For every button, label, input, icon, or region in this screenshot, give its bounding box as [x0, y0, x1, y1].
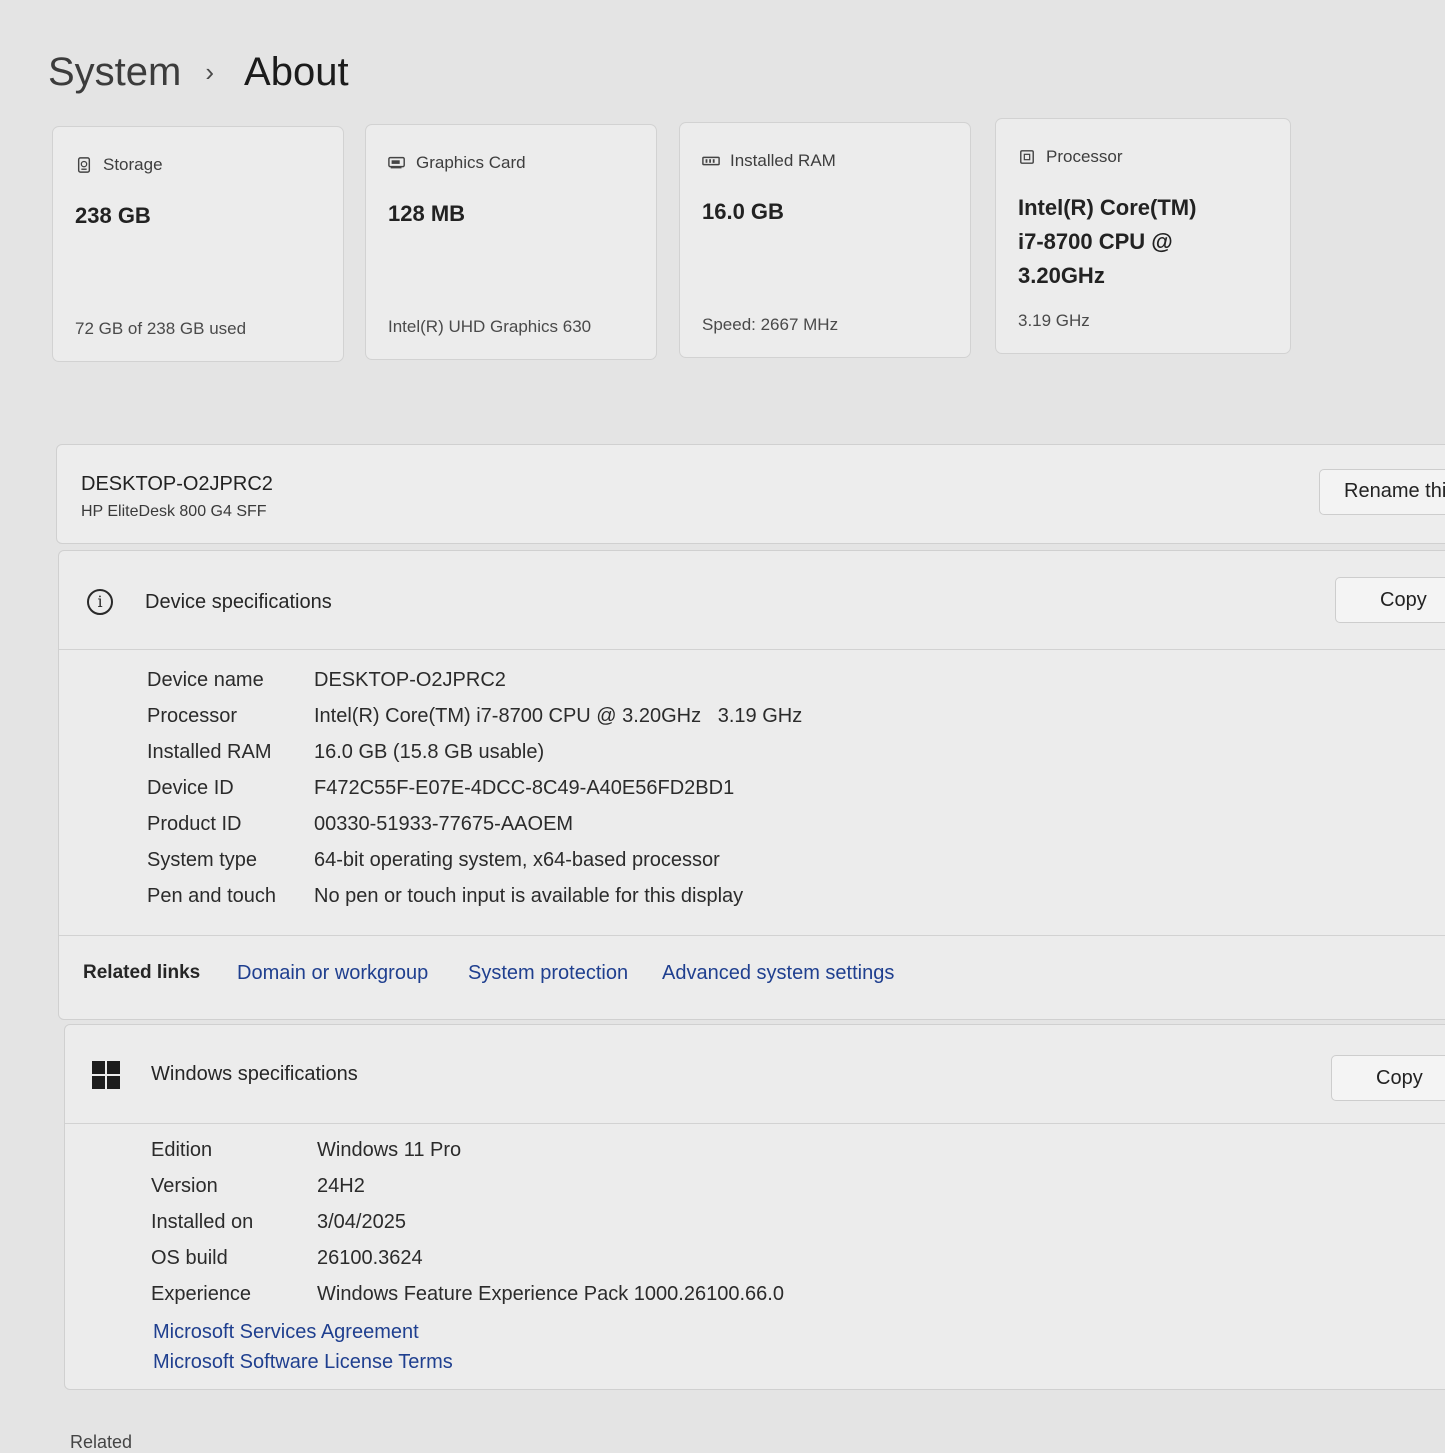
- spec-label: Installed RAM: [147, 741, 272, 763]
- device-specifications-header[interactable]: i Device specifications Copy: [59, 551, 1445, 650]
- breadcrumb-system-link[interactable]: System: [48, 50, 181, 95]
- spec-row: Device name DESKTOP-O2JPRC2: [147, 669, 506, 705]
- card-subtitle: 3.19 GHz: [1018, 311, 1090, 330]
- related-links: Related links Domain or workgroup System…: [59, 935, 1445, 1022]
- spec-value: Intel(R) Core(TM) i7-8700 CPU @ 3.20GHz …: [314, 705, 803, 727]
- microsoft-software-license-terms-link[interactable]: Microsoft Software License Terms: [153, 1351, 453, 1374]
- device-model: HP EliteDesk 800 G4 SFF: [81, 503, 267, 520]
- spec-value: F472C55F-E07E-4DCC-8C49-A40E56FD2BD1: [314, 777, 735, 799]
- spec-row: OS build 26100.3624: [151, 1247, 423, 1283]
- spec-label: Version: [151, 1175, 218, 1197]
- page-title: About: [244, 49, 349, 94]
- spec-row: Product ID 00330-51933-77675-AAOEM: [147, 813, 573, 849]
- storage-card[interactable]: Storage 238 GB 72 GB of 238 GB used: [52, 126, 344, 362]
- spec-value: 26100.3624: [317, 1247, 423, 1269]
- device-specifications-title: Device specifications: [145, 591, 332, 613]
- breadcrumb: System › About: [48, 46, 349, 98]
- spec-row: Installed on 3/04/2025: [151, 1211, 406, 1247]
- spec-row: Installed RAM 16.0 GB (15.8 GB usable): [147, 741, 544, 777]
- storage-icon: [77, 157, 91, 173]
- spec-row: Pen and touch No pen or touch input is a…: [147, 885, 743, 921]
- card-title: Processor: [1046, 147, 1123, 166]
- processor-icon: [1020, 150, 1034, 164]
- spec-row: Experience Windows Feature Experience Pa…: [151, 1283, 784, 1319]
- spec-row: Processor Intel(R) Core(TM) i7-8700 CPU …: [147, 705, 802, 741]
- card-value: 16.0 GB: [702, 199, 784, 224]
- spec-label: Processor: [147, 705, 238, 727]
- card-title: Installed RAM: [730, 151, 836, 170]
- card-title: Graphics Card: [416, 153, 526, 172]
- spec-row: Version 24H2: [151, 1175, 365, 1211]
- spec-value: DESKTOP-O2JPRC2: [314, 669, 506, 691]
- spec-label: Installed on: [151, 1211, 254, 1233]
- spec-value: 16.0 GB (15.8 GB usable): [314, 741, 545, 763]
- card-value: Intel(R) Core(TM) i7-8700 CPU @ 3.20GHz: [1018, 191, 1196, 293]
- spec-value: 24H2: [317, 1175, 365, 1197]
- rename-pc-button[interactable]: Rename thi: [1319, 469, 1445, 515]
- spec-label: System type: [147, 849, 258, 871]
- graphics-card-card[interactable]: Graphics Card 128 MB Intel(R) UHD Graphi…: [365, 124, 657, 360]
- copy-windows-specs-button[interactable]: Copy: [1331, 1055, 1445, 1101]
- spec-value: Windows Feature Experience Pack 1000.261…: [317, 1283, 784, 1305]
- spec-row: System type 64-bit operating system, x64…: [147, 849, 720, 885]
- card-title: Storage: [103, 155, 163, 174]
- spec-value: Windows 11 Pro: [317, 1139, 462, 1161]
- windows-logo-icon: [92, 1061, 120, 1089]
- ram-icon: [702, 156, 720, 166]
- spec-value: 00330-51933-77675-AAOEM: [314, 813, 574, 835]
- spec-label: OS build: [151, 1247, 228, 1269]
- card-subtitle: 72 GB of 238 GB used: [75, 319, 247, 338]
- spec-label: Pen and touch: [147, 885, 276, 907]
- windows-specifications-header[interactable]: Windows specifications Copy: [65, 1025, 1445, 1124]
- spec-value: 64-bit operating system, x64-based proce…: [314, 849, 720, 871]
- device-name-panel: DESKTOP-O2JPRC2 HP EliteDesk 800 G4 SFF …: [56, 444, 1445, 544]
- spec-value: No pen or touch input is available for t…: [314, 885, 744, 907]
- domain-or-workgroup-link[interactable]: Domain or workgroup: [237, 962, 428, 985]
- chevron-right-icon: ›: [205, 56, 215, 87]
- device-name: DESKTOP-O2JPRC2: [81, 473, 273, 495]
- windows-specifications-panel: Windows specifications Copy Edition Wind…: [64, 1024, 1445, 1390]
- processor-card[interactable]: Processor Intel(R) Core(TM) i7-8700 CPU …: [995, 118, 1291, 354]
- spec-label: Product ID: [147, 813, 242, 835]
- spec-label: Edition: [151, 1139, 213, 1161]
- system-protection-link[interactable]: System protection: [468, 962, 628, 985]
- card-subtitle: Intel(R) UHD Graphics 630: [388, 317, 592, 336]
- spec-value: 3/04/2025: [317, 1211, 406, 1233]
- card-value-line: i7-8700 CPU @: [1018, 229, 1173, 254]
- graphics-card-icon: [388, 156, 405, 169]
- card-value: 238 GB: [75, 203, 151, 228]
- spec-label: Device name: [147, 669, 264, 691]
- copy-device-specs-button[interactable]: Copy: [1335, 577, 1445, 623]
- installed-ram-card[interactable]: Installed RAM 16.0 GB Speed: 2667 MHz: [679, 122, 971, 358]
- related-section-heading: Related: [70, 1432, 133, 1452]
- microsoft-services-agreement-link[interactable]: Microsoft Services Agreement: [153, 1321, 419, 1344]
- windows-specifications-title: Windows specifications: [151, 1063, 358, 1085]
- related-links-title: Related links: [83, 962, 201, 983]
- spec-row: Edition Windows 11 Pro: [151, 1139, 461, 1175]
- info-icon: i: [87, 589, 113, 615]
- advanced-system-settings-link[interactable]: Advanced system settings: [662, 962, 894, 985]
- spec-label: Experience: [151, 1283, 252, 1305]
- spec-row: Device ID F472C55F-E07E-4DCC-8C49-A40E56…: [147, 777, 734, 813]
- card-value-line: Intel(R) Core(TM): [1018, 195, 1197, 220]
- card-value-line: 3.20GHz: [1018, 263, 1105, 288]
- device-specifications-panel: i Device specifications Copy Device name…: [58, 550, 1445, 1020]
- card-value: 128 MB: [388, 201, 466, 226]
- card-subtitle: Speed: 2667 MHz: [702, 315, 839, 334]
- spec-label: Device ID: [147, 777, 234, 799]
